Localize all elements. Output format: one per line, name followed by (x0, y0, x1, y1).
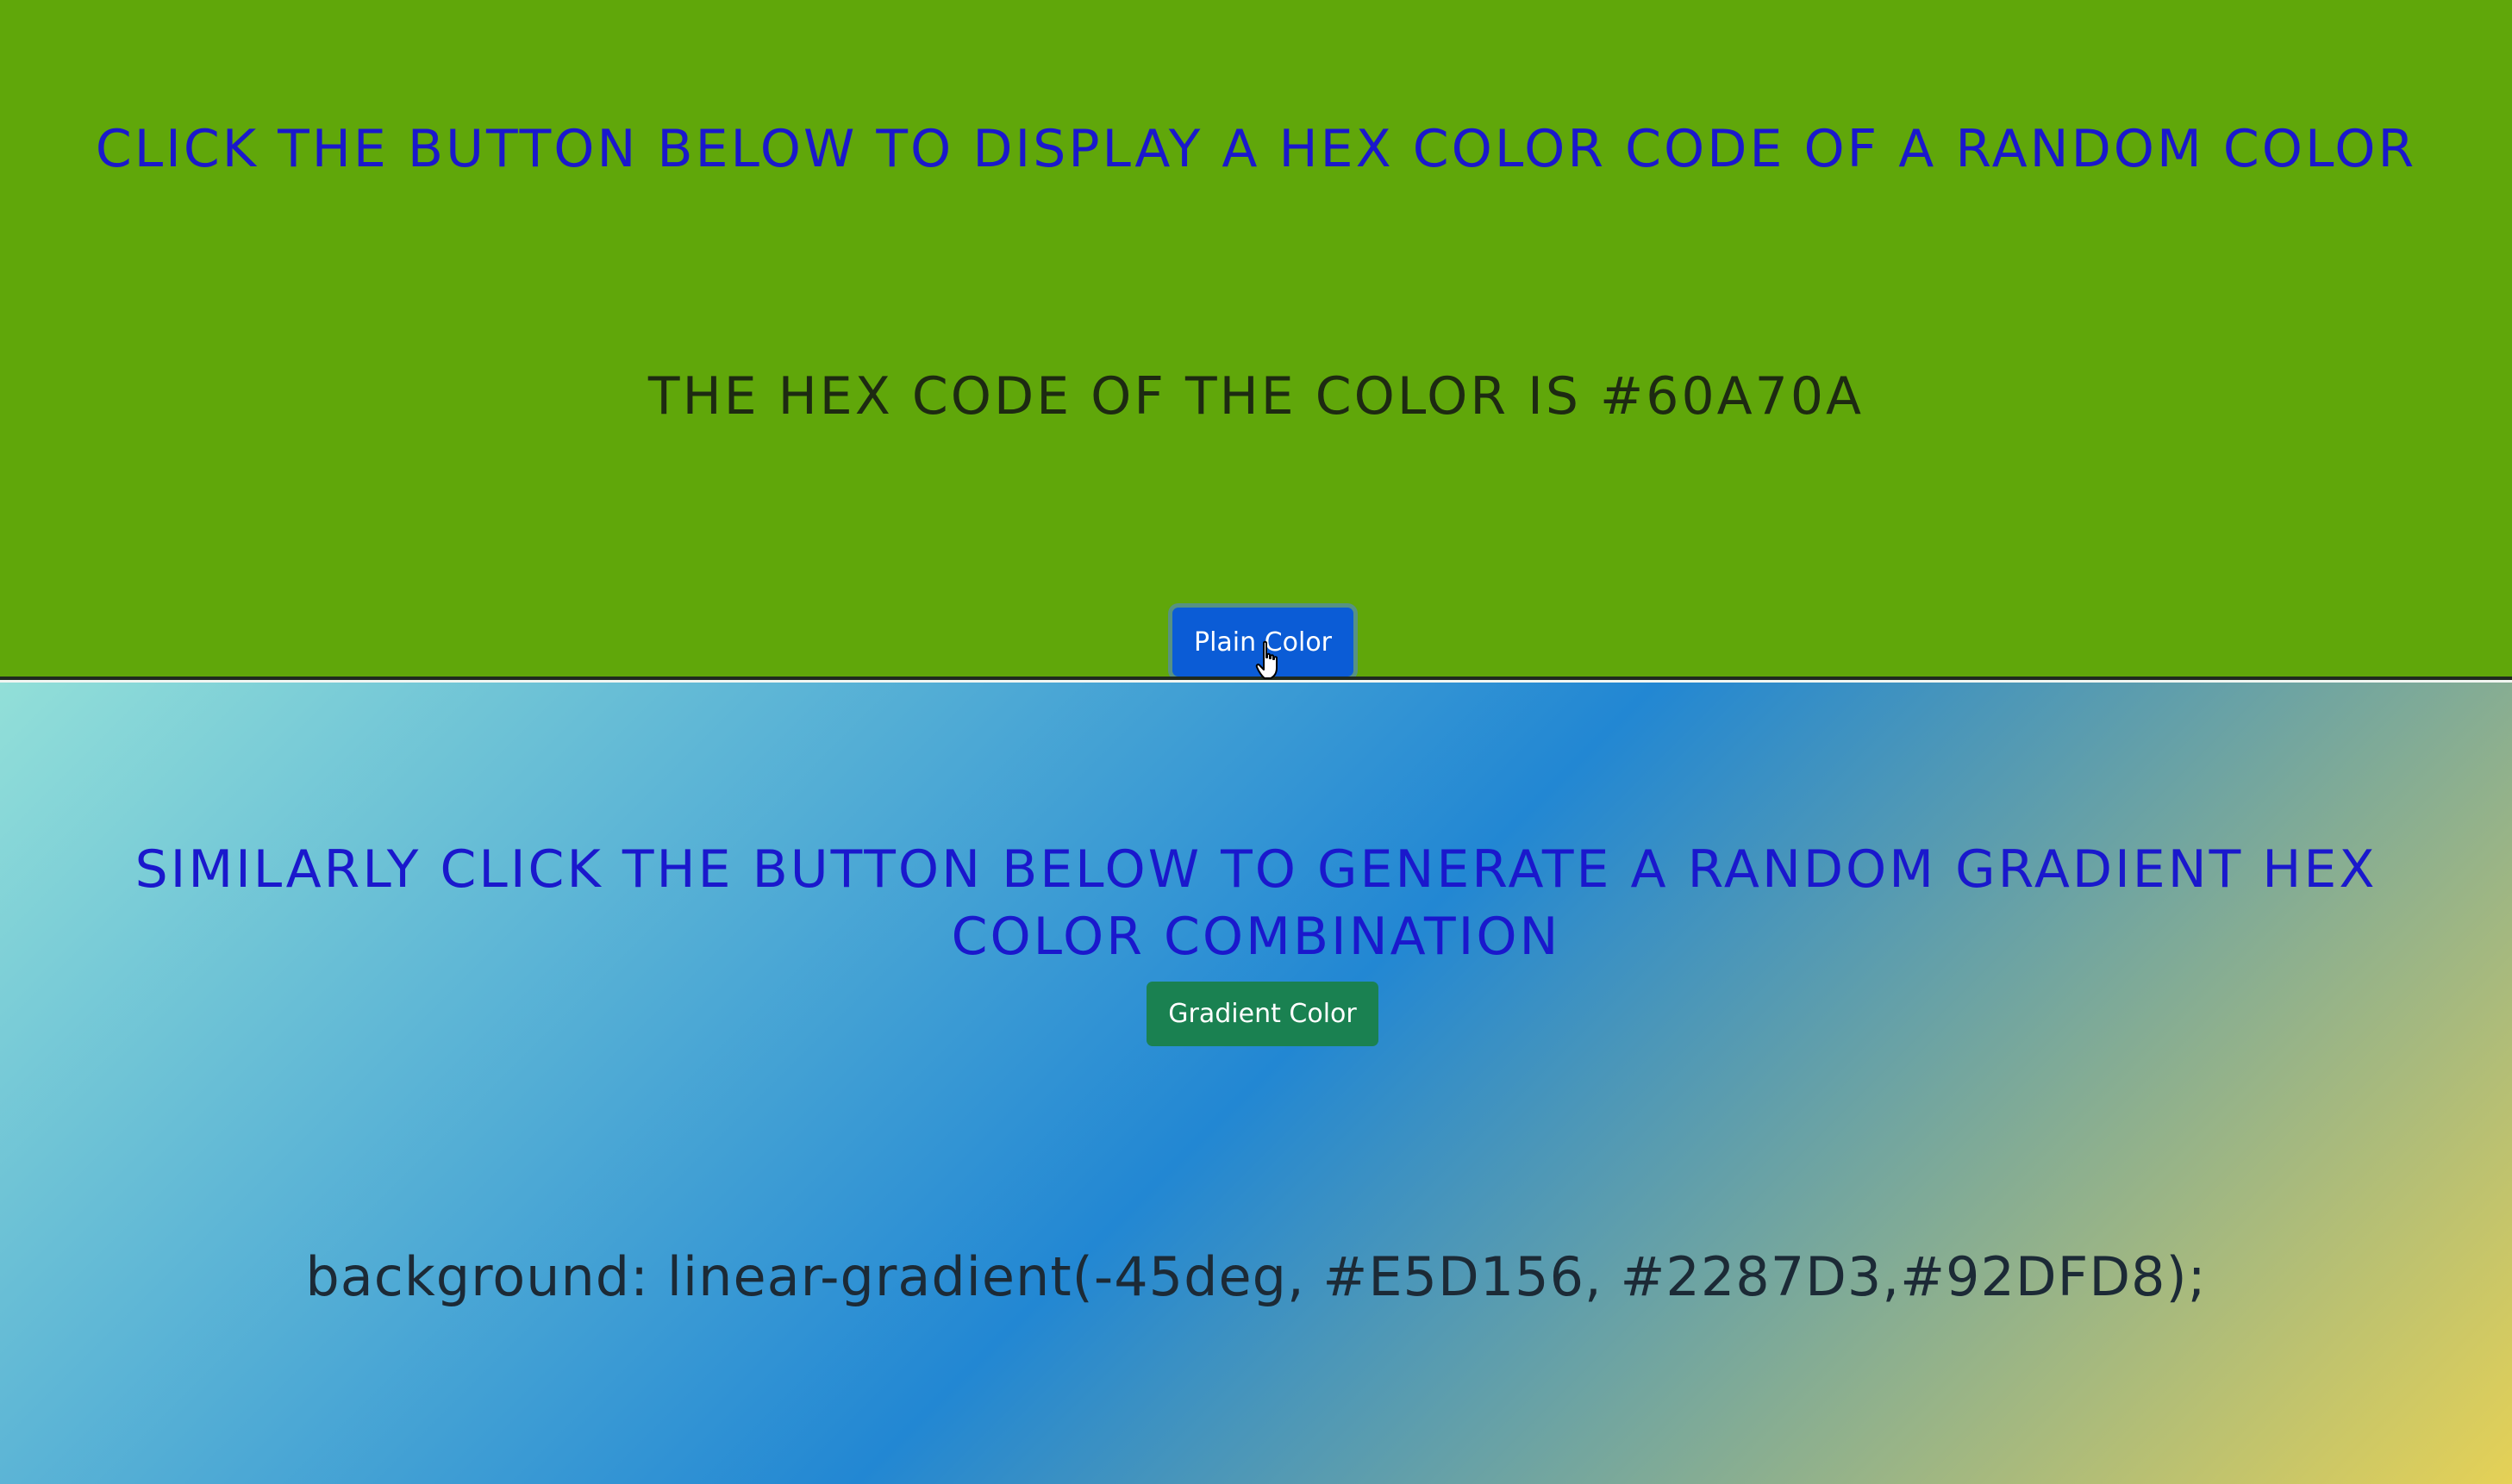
gradient-color-button[interactable]: Gradient Color (1147, 982, 1378, 1046)
gradient-color-section (0, 683, 2512, 1484)
plain-color-section: Click the button below to display a hex … (0, 0, 2512, 677)
gradient-heading: Similarly click the button below to gene… (134, 839, 2378, 967)
gradient-css-text: background: linear-gradient(-45deg, #E5D… (305, 1245, 2207, 1308)
hex-code-text: The hex code of the color is #60A70A (647, 366, 1865, 427)
plain-heading: Click the button below to display a hex … (95, 119, 2417, 179)
hand-pointer-icon (1255, 640, 1278, 679)
